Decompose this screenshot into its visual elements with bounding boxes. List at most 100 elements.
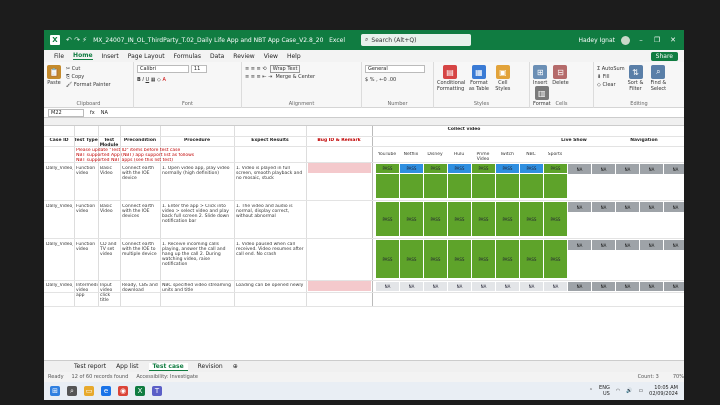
pass-cell[interactable]: PASS bbox=[472, 202, 495, 236]
tab-page-layout[interactable]: Page Layout bbox=[128, 53, 165, 60]
na-cell[interactable]: NA bbox=[376, 282, 399, 291]
pass-cell[interactable]: PASS bbox=[472, 240, 495, 278]
tab-view[interactable]: View bbox=[264, 53, 278, 60]
conditional-formatting-button[interactable]: ▤ Conditional Formatting bbox=[437, 65, 465, 92]
na-cell[interactable]: NA bbox=[592, 202, 615, 212]
bug-remark-cell[interactable] bbox=[308, 163, 371, 173]
na-cell[interactable]: NA bbox=[640, 240, 663, 250]
pass-cell[interactable]: PASS bbox=[448, 240, 471, 278]
procedure[interactable]: 1. Receive incoming calls playing, answe… bbox=[162, 242, 233, 278]
number-format-select[interactable]: General bbox=[365, 65, 425, 73]
pass-cell[interactable]: PASS bbox=[448, 202, 471, 236]
pass-cell[interactable] bbox=[448, 174, 471, 198]
cut-button[interactable]: ✂ Cut bbox=[66, 65, 111, 73]
na-cell[interactable]: NA bbox=[616, 282, 639, 291]
test-type[interactable]: Function video bbox=[76, 204, 98, 214]
sheet-tab-test-report[interactable]: Test report bbox=[74, 363, 106, 370]
case-id[interactable]: Dally_Video_002 bbox=[46, 204, 73, 209]
pass-cell[interactable]: PASS bbox=[520, 202, 543, 236]
spreadsheet-grid[interactable]: Case ID Test Type Test Module Preconditi… bbox=[44, 126, 684, 358]
pass-cell[interactable] bbox=[520, 174, 543, 198]
na-cell[interactable]: NA bbox=[568, 202, 591, 212]
pass-cell[interactable]: PASS bbox=[376, 164, 399, 173]
fill-button[interactable]: ⬇ Fill bbox=[597, 73, 625, 81]
user-name[interactable]: Hadey Ignat bbox=[578, 37, 615, 44]
test-module[interactable]: CD and TV set video bbox=[100, 242, 120, 257]
merge-center-button[interactable]: Merge & Center bbox=[275, 74, 315, 80]
pass-cell[interactable]: PASS bbox=[424, 240, 447, 278]
delete-button[interactable]: ⊟ Delete bbox=[552, 65, 569, 86]
expect-results[interactable]: 1. The video and audio is normal, displa… bbox=[236, 204, 305, 236]
na-cell[interactable]: NA bbox=[424, 282, 447, 291]
number-buttons[interactable]: $ % , ←0 .00 bbox=[365, 76, 430, 84]
case-id[interactable]: Dally_Video_004 bbox=[46, 283, 73, 288]
align-top-row[interactable]: ≡ ≡ ≡ ⟲ Wrap Text bbox=[245, 65, 358, 73]
chevron-up-icon[interactable]: ⌃ bbox=[589, 388, 593, 394]
tab-formulas[interactable]: Formulas bbox=[174, 53, 201, 60]
language-indicator[interactable]: ENG US bbox=[599, 385, 610, 397]
pass-cell[interactable]: PASS bbox=[520, 164, 543, 173]
tab-insert[interactable]: Insert bbox=[102, 53, 119, 60]
pass-cell[interactable]: PASS bbox=[376, 202, 399, 236]
autosum-button[interactable]: Σ AutoSum bbox=[597, 65, 625, 73]
na-cell[interactable]: NA bbox=[592, 240, 615, 250]
tab-home[interactable]: Home bbox=[73, 52, 93, 60]
pass-cell[interactable]: PASS bbox=[376, 240, 399, 278]
quick-access-icons[interactable]: ↶ ↷ ⚡ bbox=[66, 36, 87, 44]
font-size-select[interactable]: 11 bbox=[190, 65, 207, 73]
start-icon[interactable]: ⊞ bbox=[50, 386, 60, 396]
maximize-icon[interactable]: ❐ bbox=[652, 36, 662, 44]
copy-button[interactable]: ⎘ Copy bbox=[66, 73, 111, 81]
tab-data[interactable]: Data bbox=[210, 53, 224, 60]
formula-input[interactable]: NA bbox=[101, 110, 108, 116]
pass-cell[interactable]: PASS bbox=[472, 164, 495, 173]
test-module[interactable]: Basic Video bbox=[100, 166, 120, 176]
font-name-select[interactable]: Calibri bbox=[137, 65, 189, 73]
excel-icon[interactable]: X bbox=[135, 386, 145, 396]
tab-help[interactable]: Help bbox=[287, 53, 301, 60]
add-sheet-icon[interactable]: ⊕ bbox=[233, 363, 238, 370]
na-cell[interactable]: NA bbox=[616, 164, 639, 174]
tab-review[interactable]: Review bbox=[233, 53, 254, 60]
pass-cell[interactable]: PASS bbox=[544, 164, 567, 173]
sheet-tab-test-case[interactable]: Test case bbox=[148, 362, 188, 371]
expect-results[interactable]: 1. Video is played in full screen, smoot… bbox=[236, 166, 305, 198]
align-bottom-row[interactable]: ≡ ≡ ≡ ⇤ ⇥ Merge & Center bbox=[245, 73, 358, 81]
precondition[interactable]: Connect earth with the IOE devices bbox=[122, 204, 159, 219]
test-type[interactable]: Intermediate video app bbox=[76, 283, 98, 298]
na-cell[interactable]: NA bbox=[496, 282, 519, 291]
test-module[interactable]: Input video click title bbox=[100, 283, 120, 303]
sort-filter-button[interactable]: ⇅ Sort & Filter bbox=[627, 65, 645, 92]
pass-cell[interactable]: PASS bbox=[496, 240, 519, 278]
share-button[interactable]: Share bbox=[650, 51, 678, 61]
procedure[interactable]: NBC specified video streaming units and … bbox=[162, 283, 233, 293]
test-module[interactable]: Basic Video bbox=[100, 204, 120, 214]
zoom-level[interactable]: 70% bbox=[673, 374, 684, 380]
na-cell[interactable]: NA bbox=[592, 164, 615, 174]
pass-cell[interactable]: PASS bbox=[544, 240, 567, 278]
teams-icon[interactable]: T bbox=[152, 386, 162, 396]
procedure[interactable]: 1. Enter the app > Click into video > se… bbox=[162, 204, 233, 236]
na-cell[interactable]: NA bbox=[568, 164, 591, 174]
paste-button[interactable]: 📋 Paste bbox=[47, 65, 61, 86]
sheet-tab-revision[interactable]: Revision bbox=[198, 363, 223, 370]
search-box[interactable]: ⌕ Search (Alt+Q) bbox=[361, 34, 472, 46]
folder-icon[interactable]: ▭ bbox=[84, 386, 94, 396]
pass-cell[interactable]: PASS bbox=[400, 164, 423, 173]
na-cell[interactable]: NA bbox=[664, 240, 684, 250]
cell-styles-button[interactable]: ▣ Cell Styles bbox=[495, 65, 511, 92]
minimize-icon[interactable]: – bbox=[636, 36, 646, 44]
pass-cell[interactable] bbox=[544, 174, 567, 198]
test-type[interactable]: Function video bbox=[76, 242, 98, 252]
case-id[interactable]: Dally_Video_003 bbox=[46, 242, 73, 247]
pass-cell[interactable] bbox=[400, 174, 423, 198]
format-painter-button[interactable]: 🖌 Format Painter bbox=[66, 81, 111, 89]
na-cell[interactable]: NA bbox=[568, 282, 591, 291]
wrap-text-button[interactable]: Wrap Text bbox=[269, 65, 301, 73]
fx-icon[interactable]: fx bbox=[90, 110, 95, 116]
search-icon[interactable]: ⌕ bbox=[67, 386, 77, 396]
chrome-icon[interactable]: ◉ bbox=[118, 386, 128, 396]
edge-icon[interactable]: e bbox=[101, 386, 111, 396]
bug-remark-cell[interactable] bbox=[308, 281, 371, 291]
pass-cell[interactable]: PASS bbox=[544, 202, 567, 236]
